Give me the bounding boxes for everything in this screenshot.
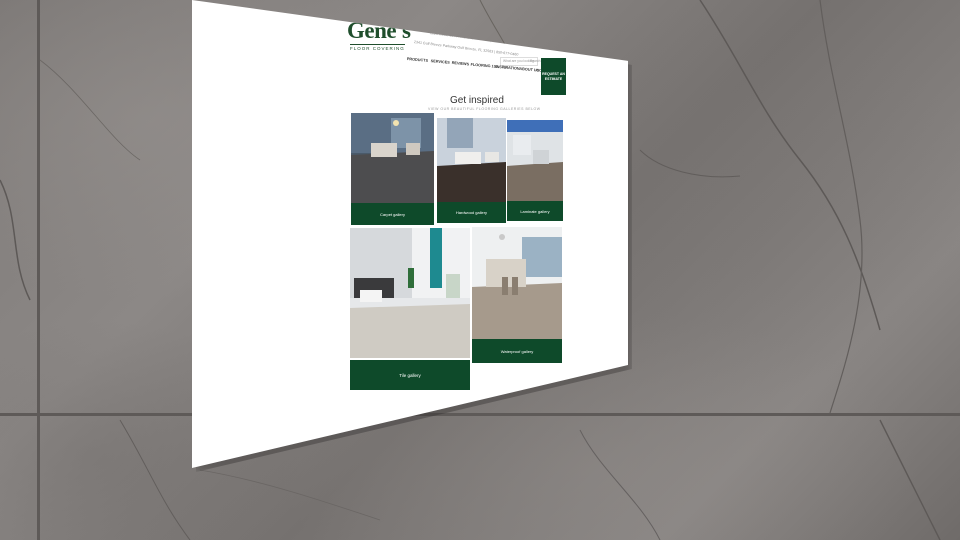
hardwood-gallery-card[interactable]: Hardwood gallery [437,118,506,223]
laminate-gallery-label[interactable]: Laminate gallery [507,201,563,221]
nav-reviews[interactable]: REVIEWS [451,61,469,67]
tile-room-photo [350,228,470,358]
carpet-gallery-label[interactable]: Carpet gallery [351,203,434,225]
waterproof-gallery-label[interactable]: Waterproof gallery [472,339,562,363]
carpet-gallery-card[interactable]: Carpet gallery [351,113,434,225]
request-estimate-button[interactable]: REQUEST AN ESTIMATE [541,58,566,95]
section-title: Get inspired [450,95,504,106]
nav-flooring-101[interactable]: FLOORING 101 [470,63,498,69]
laminate-room-photo [507,120,563,201]
carpet-room-photo [351,113,434,203]
brand-tagline: FLOOR COVERING [350,44,405,51]
nav-products[interactable]: PRODUCTS [407,57,429,63]
section-subtitle: VIEW OUR BEAUTIFUL FLOORING GALLERIES BE… [428,107,541,111]
search-button[interactable]: Search [530,59,540,63]
hardwood-gallery-label[interactable]: Hardwood gallery [437,202,506,223]
tile-grout-vertical [37,0,40,540]
hardwood-room-photo [437,118,506,202]
waterproof-gallery-card[interactable]: Waterproof gallery [472,227,562,363]
tile-gallery-label[interactable]: Tile gallery [350,360,470,390]
nav-services[interactable]: SERVICES [431,59,450,65]
tile-gallery-card[interactable]: Tile gallery [350,228,470,390]
laminate-gallery-card[interactable]: Laminate gallery [507,120,563,221]
waterproof-room-photo [472,227,562,339]
tile-grout-horizontal [0,413,960,416]
